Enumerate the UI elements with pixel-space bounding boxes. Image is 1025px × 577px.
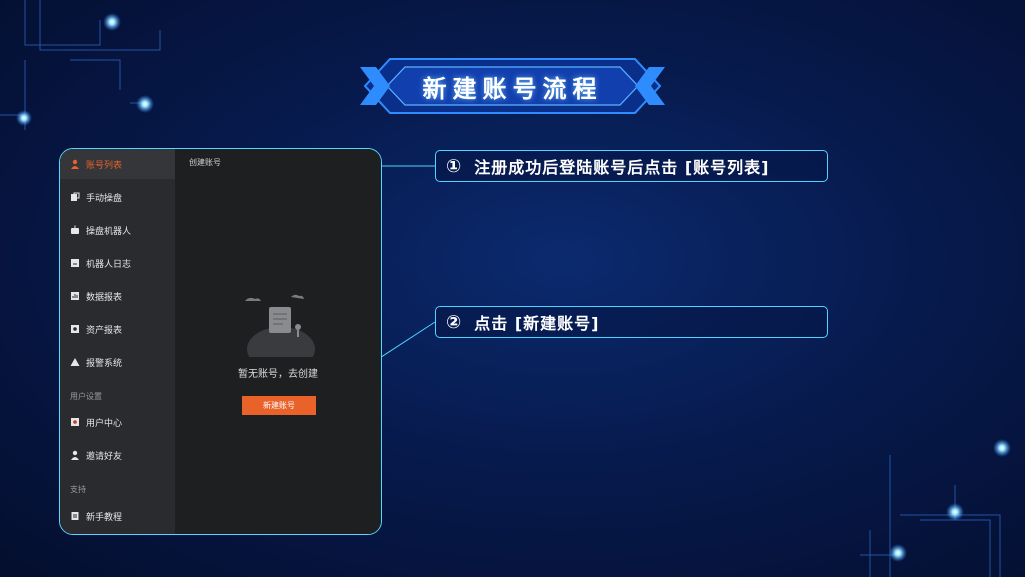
asset-icon	[71, 325, 79, 333]
section-label-support: 支持	[70, 485, 86, 494]
invite-icon	[71, 450, 79, 460]
sidebar: 账号列表 手动操盘 操盘机器人 机器人日志 数据报表 资产报表 报警系统 用户设…	[60, 149, 175, 534]
sidebar-item-user-center[interactable]: 用户中心	[60, 407, 175, 437]
sidebar-item-label: 资产报表	[86, 325, 123, 336]
new-account-button[interactable]: 新建账号	[242, 396, 316, 415]
sidebar-item-label: 账号列表	[86, 160, 123, 171]
step-2-number: ②	[446, 311, 463, 333]
sidebar-item-label: 操盘机器人	[86, 226, 132, 237]
tab-create-account[interactable]: 创建账号	[189, 157, 221, 168]
main-content: 创建账号 暂无账号，去创建 新建账号	[175, 149, 381, 534]
sidebar-item-data-report[interactable]: 数据报表	[60, 281, 175, 311]
app-window: 账号列表 手动操盘 操盘机器人 机器人日志 数据报表 资产报表 报警系统 用户设…	[59, 148, 382, 535]
user-center-icon	[71, 418, 79, 426]
user-icon	[71, 159, 79, 169]
sidebar-item-alert[interactable]: 报警系统	[60, 347, 175, 377]
step-2-callout: ② 点击 [新建账号]	[435, 306, 828, 338]
sidebar-item-asset-report[interactable]: 资产报表	[60, 314, 175, 344]
alert-icon	[70, 358, 80, 366]
sidebar-item-label: 邀请好友	[86, 451, 123, 462]
sidebar-item-robot-log[interactable]: 机器人日志	[60, 248, 175, 278]
sidebar-item-label: 用户中心	[86, 418, 123, 429]
empty-state-text: 暂无账号，去创建	[238, 369, 318, 380]
sidebar-item-label: 数据报表	[86, 292, 123, 303]
sidebar-item-label: 报警系统	[86, 358, 123, 369]
chart-icon	[71, 292, 79, 300]
sidebar-item-manual-trade[interactable]: 手动操盘	[60, 182, 175, 212]
empty-state-illustration	[245, 294, 315, 357]
step-1-number: ①	[446, 155, 463, 177]
sidebar-item-invite[interactable]: 邀请好友	[60, 440, 175, 470]
manual-trade-icon	[71, 192, 80, 201]
tutorial-icon	[71, 512, 79, 520]
step-1-text: 注册成功后登陆账号后点击 [账号列表]	[474, 158, 770, 177]
log-icon	[71, 259, 79, 267]
title-banner: 新建账号流程	[360, 55, 665, 117]
sidebar-item-label: 机器人日志	[86, 259, 132, 270]
sidebar-item-tutorial[interactable]: 新手教程	[60, 501, 175, 531]
sidebar-item-label: 新手教程	[86, 512, 123, 523]
sidebar-item-robot[interactable]: 操盘机器人	[60, 215, 175, 245]
sidebar-item-account-list[interactable]: 账号列表	[60, 149, 175, 179]
section-label-user-settings: 用户设置	[70, 392, 102, 401]
page-title: 新建账号流程	[422, 74, 603, 103]
robot-icon	[71, 225, 79, 234]
step-2-text: 点击 [新建账号]	[474, 314, 600, 333]
sidebar-item-label: 手动操盘	[86, 193, 123, 204]
step-1-callout: ① 注册成功后登陆账号后点击 [账号列表]	[435, 150, 828, 182]
